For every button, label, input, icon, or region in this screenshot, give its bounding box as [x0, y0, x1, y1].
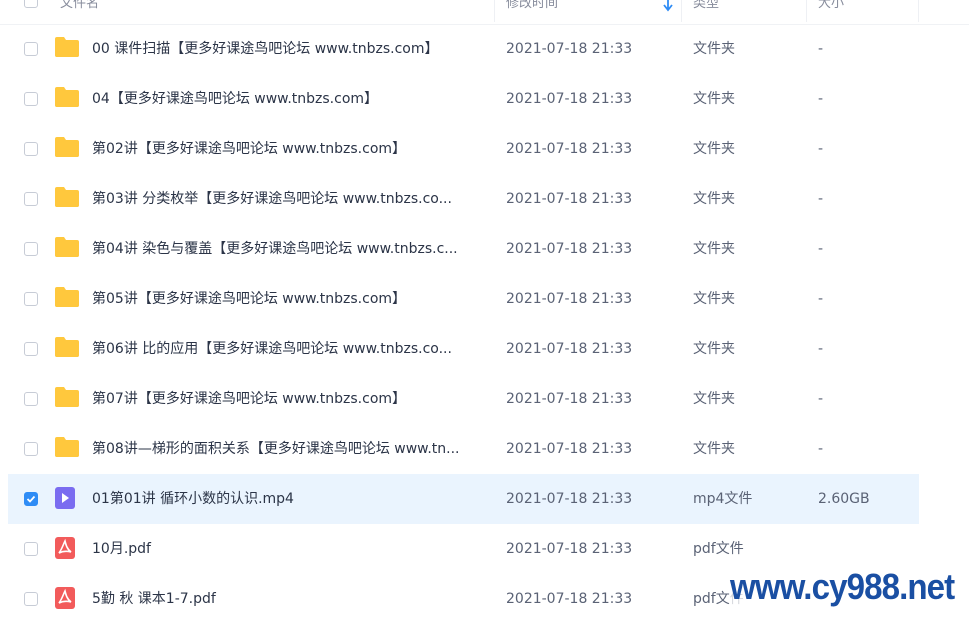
modified-time: 2021-07-18 21:33	[506, 441, 633, 457]
row-checkbox[interactable]	[24, 542, 38, 556]
file-type: 文件夹	[693, 441, 735, 457]
watermark-text: www.cy988.net	[730, 566, 955, 608]
file-type: 文件夹	[693, 341, 735, 357]
file-size: -	[818, 191, 824, 207]
file-size: 2.60GB	[818, 491, 870, 507]
file-type: 文件夹	[693, 391, 735, 407]
file-type: mp4文件	[693, 491, 753, 507]
row-checkbox[interactable]	[24, 192, 38, 206]
column-divider[interactable]	[806, 0, 807, 22]
folder-icon	[54, 286, 80, 310]
file-name[interactable]: 00 课件扫描【更多好课途鸟吧论坛 www.tnbzs.com】	[92, 39, 492, 59]
column-divider[interactable]	[494, 0, 495, 22]
file-list-header: 文件名 修改时间 类型 大小	[0, 0, 969, 25]
file-size: -	[818, 341, 824, 357]
modified-time: 2021-07-18 21:33	[506, 241, 633, 257]
file-type: 文件夹	[693, 141, 735, 157]
checkmark-icon	[26, 495, 36, 503]
file-name[interactable]: 第03讲 分类枚举【更多好课途鸟吧论坛 www.tnbzs.co...	[92, 189, 492, 209]
row-checkbox[interactable]	[24, 142, 38, 156]
file-row[interactable]: 第08讲—梯形的面积关系【更多好课途鸟吧论坛 www.tn... 2021-07-…	[8, 424, 919, 474]
modified-time: 2021-07-18 21:33	[506, 591, 633, 607]
file-size: -	[818, 91, 824, 107]
column-header-name[interactable]: 文件名	[60, 0, 99, 14]
folder-icon	[54, 386, 80, 410]
file-type: pdf文件	[693, 541, 744, 557]
file-name[interactable]: 5勤 秋 课本1-7.pdf	[92, 589, 492, 609]
select-all-checkbox[interactable]	[24, 0, 38, 8]
row-checkbox[interactable]	[24, 242, 38, 256]
modified-time: 2021-07-18 21:33	[506, 491, 633, 507]
file-row[interactable]: 第06讲 比的应用【更多好课途鸟吧论坛 www.tnbzs.co... 2021-…	[8, 324, 919, 374]
modified-time: 2021-07-18 21:33	[506, 91, 633, 107]
modified-time: 2021-07-18 21:33	[506, 191, 633, 207]
folder-icon	[54, 186, 80, 210]
file-row[interactable]: 00 课件扫描【更多好课途鸟吧论坛 www.tnbzs.com】 2021-07-…	[8, 24, 919, 74]
file-row[interactable]: 第07讲【更多好课途鸟吧论坛 www.tnbzs.com】 2021-07-18 …	[8, 374, 919, 424]
row-checkbox[interactable]	[24, 292, 38, 306]
column-header-modified-time[interactable]: 修改时间	[506, 0, 558, 14]
row-checkbox[interactable]	[24, 592, 38, 606]
row-checkbox[interactable]	[24, 342, 38, 356]
file-size: -	[818, 141, 824, 157]
folder-icon	[54, 86, 80, 110]
file-type: 文件夹	[693, 91, 735, 107]
file-row[interactable]: 第05讲【更多好课途鸟吧论坛 www.tnbzs.com】 2021-07-18 …	[8, 274, 919, 324]
file-size: -	[818, 391, 824, 407]
modified-time: 2021-07-18 21:33	[506, 391, 633, 407]
file-type: 文件夹	[693, 241, 735, 257]
column-divider[interactable]	[681, 0, 682, 22]
file-row[interactable]: 第02讲【更多好课途鸟吧论坛 www.tnbzs.com】 2021-07-18 …	[8, 124, 919, 174]
file-name[interactable]: 第06讲 比的应用【更多好课途鸟吧论坛 www.tnbzs.co...	[92, 339, 492, 359]
folder-icon	[54, 136, 80, 160]
file-name[interactable]: 第02讲【更多好课途鸟吧论坛 www.tnbzs.com】	[92, 139, 492, 159]
file-name[interactable]: 第08讲—梯形的面积关系【更多好课途鸟吧论坛 www.tn...	[92, 439, 492, 459]
file-size: -	[818, 441, 824, 457]
file-row[interactable]: 04【更多好课途鸟吧论坛 www.tnbzs.com】 2021-07-18 21…	[8, 74, 919, 124]
column-header-size[interactable]: 大小	[818, 0, 844, 14]
folder-icon	[54, 336, 80, 360]
file-name[interactable]: 第04讲 染色与覆盖【更多好课途鸟吧论坛 www.tnbzs.c...	[92, 239, 492, 259]
row-checkbox[interactable]	[24, 42, 38, 56]
folder-icon	[54, 36, 80, 60]
folder-icon	[54, 236, 80, 260]
row-checkbox[interactable]	[24, 392, 38, 406]
row-checkbox[interactable]	[24, 492, 38, 506]
row-checkbox[interactable]	[24, 442, 38, 456]
row-checkbox[interactable]	[24, 92, 38, 106]
file-size: -	[818, 291, 824, 307]
modified-time: 2021-07-18 21:33	[506, 41, 633, 57]
video-file-icon	[54, 486, 80, 510]
file-name[interactable]: 第07讲【更多好课途鸟吧论坛 www.tnbzs.com】	[92, 389, 492, 409]
modified-time: 2021-07-18 21:33	[506, 141, 633, 157]
sort-down-arrow-icon[interactable]	[663, 0, 673, 16]
file-name[interactable]: 第05讲【更多好课途鸟吧论坛 www.tnbzs.com】	[92, 289, 492, 309]
file-row[interactable]: 01第01讲 循环小数的认识.mp4 2021-07-18 21:33 mp4文件 2…	[8, 474, 919, 524]
file-type: 文件夹	[693, 291, 735, 307]
modified-time: 2021-07-18 21:33	[506, 541, 633, 557]
file-name[interactable]: 01第01讲 循环小数的认识.mp4	[92, 489, 492, 509]
file-type: 文件夹	[693, 41, 735, 57]
pdf-file-icon	[54, 536, 80, 560]
modified-time: 2021-07-18 21:33	[506, 291, 633, 307]
file-type: 文件夹	[693, 191, 735, 207]
modified-time: 2021-07-18 21:33	[506, 341, 633, 357]
file-row[interactable]: 第04讲 染色与覆盖【更多好课途鸟吧论坛 www.tnbzs.c... 2021-…	[8, 224, 919, 274]
file-size: -	[818, 241, 824, 257]
file-name[interactable]: 04【更多好课途鸟吧论坛 www.tnbzs.com】	[92, 89, 492, 109]
file-size: -	[818, 41, 824, 57]
column-divider[interactable]	[918, 0, 919, 22]
folder-icon	[54, 436, 80, 460]
pdf-file-icon	[54, 586, 80, 610]
file-row[interactable]: 第03讲 分类枚举【更多好课途鸟吧论坛 www.tnbzs.co... 2021-…	[8, 174, 919, 224]
file-name[interactable]: 10月.pdf	[92, 539, 492, 559]
column-header-type[interactable]: 类型	[693, 0, 719, 14]
